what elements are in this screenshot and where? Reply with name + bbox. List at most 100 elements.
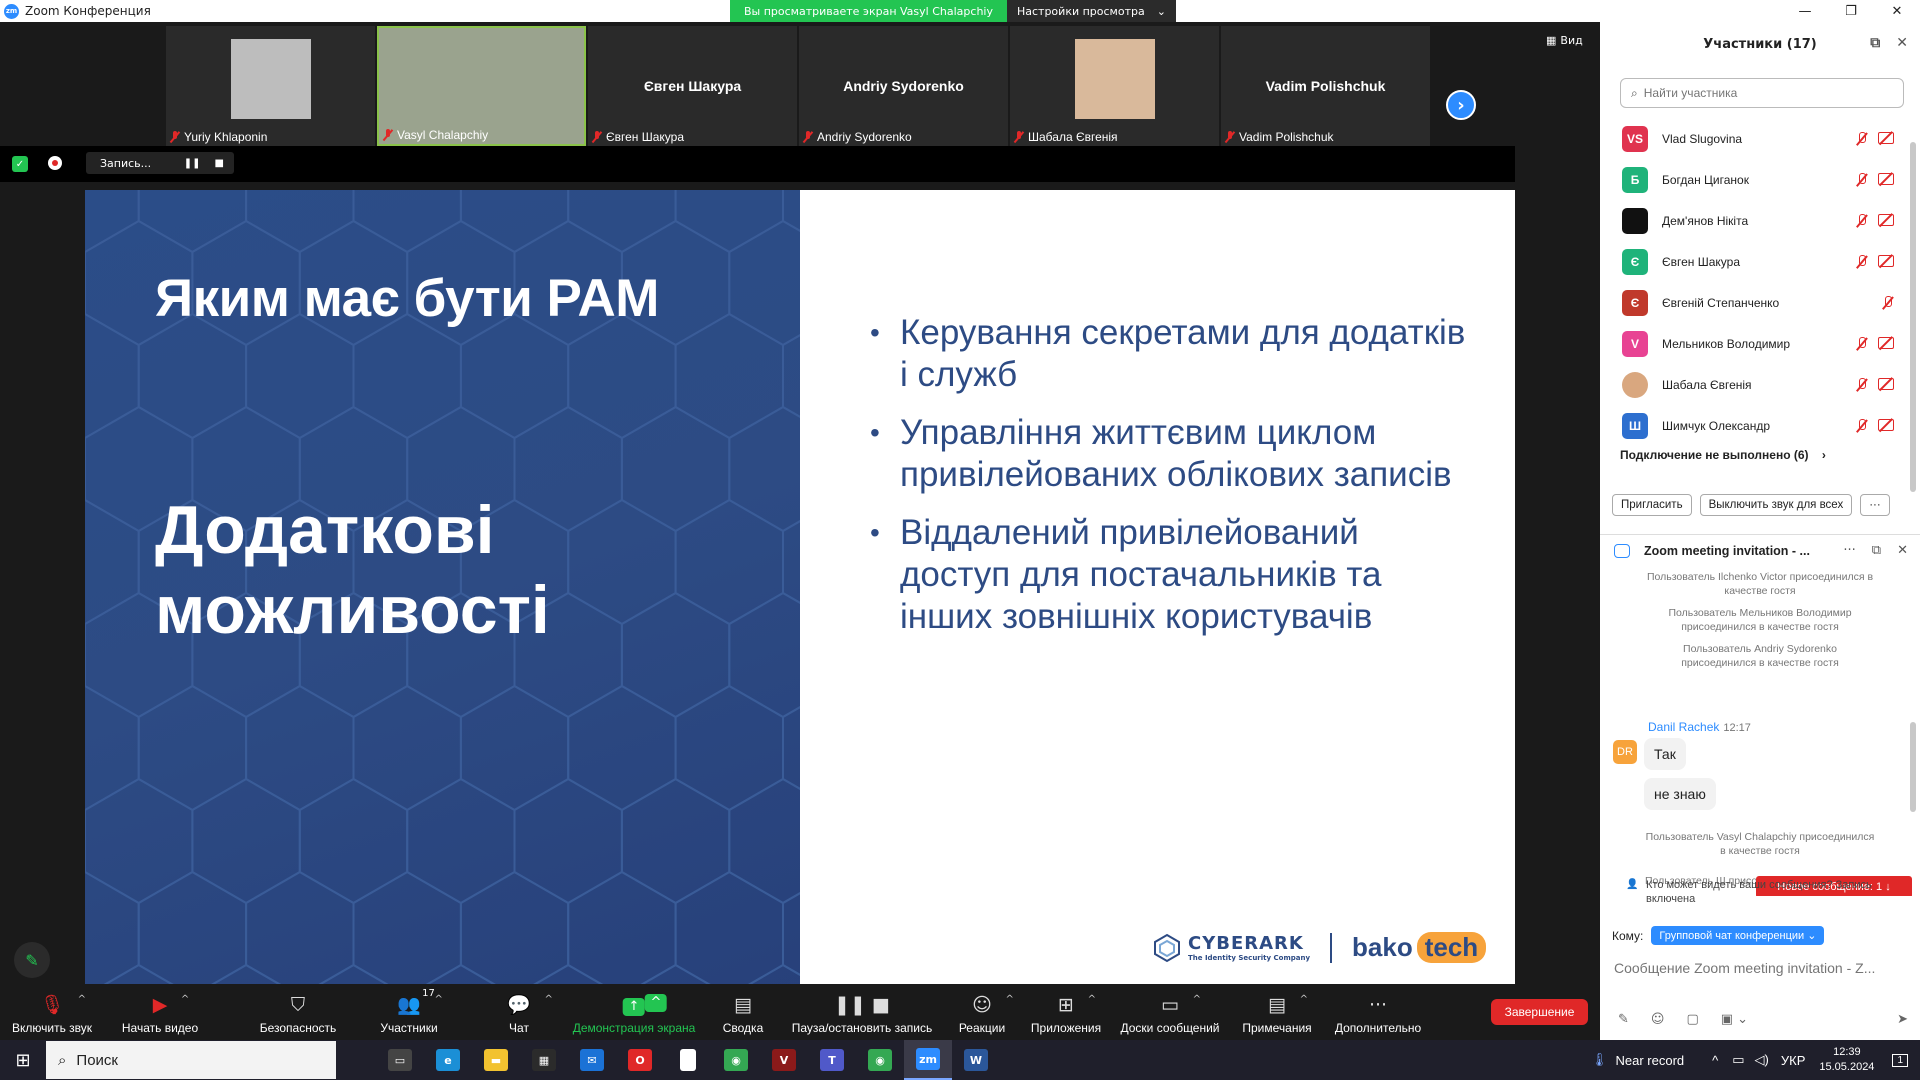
clock[interactable]: 12:39 15.05.2024 bbox=[1819, 1045, 1874, 1075]
participant-row[interactable]: Дем'янов Нікіта bbox=[1600, 200, 1920, 241]
participant-row[interactable]: V Мельников Володимир bbox=[1600, 323, 1920, 364]
file-icon[interactable]: ▢ bbox=[1686, 1012, 1698, 1027]
taskbar-word-icon[interactable]: W bbox=[952, 1040, 1000, 1080]
search-input[interactable] bbox=[1643, 86, 1884, 100]
message-input[interactable] bbox=[1614, 956, 1908, 980]
video-tile[interactable]: Євген Шакура Євген Шакура bbox=[588, 26, 797, 146]
taskbar-task-view-icon[interactable]: ▭ bbox=[376, 1040, 424, 1080]
taskbar-explorer-icon[interactable]: ▬ bbox=[472, 1040, 520, 1080]
taskbar-store-icon[interactable]: ▦ bbox=[520, 1040, 568, 1080]
minimize-button[interactable]: — bbox=[1782, 0, 1828, 22]
taskbar-opera-icon[interactable]: O bbox=[616, 1040, 664, 1080]
language-indicator[interactable]: УКР bbox=[1781, 1053, 1806, 1068]
screenshot-icon[interactable]: ▣ ⌄ bbox=[1721, 1012, 1748, 1027]
toolbar-button-reactions[interactable]: ☺ ^ Реакции bbox=[959, 984, 1014, 1040]
video-tile[interactable]: Vadim Polishchuk Vadim Polishchuk bbox=[1221, 26, 1430, 146]
end-meeting-button[interactable]: Завершение bbox=[1491, 999, 1588, 1025]
caret-up-icon[interactable]: ^ bbox=[1300, 994, 1308, 1005]
chat-message[interactable]: Так bbox=[1644, 738, 1686, 770]
participant-row[interactable]: Ш Шимчук Олександр bbox=[1600, 405, 1920, 446]
participant-row[interactable]: Є Євген Шакура bbox=[1600, 241, 1920, 282]
view-settings-button[interactable]: Настройки просмотра ⌄ bbox=[1006, 0, 1176, 22]
pause-icon[interactable]: ❚❚ bbox=[184, 158, 201, 169]
recipient-select[interactable]: Групповой чат конференции ⌄ bbox=[1651, 926, 1825, 945]
participant-row[interactable]: Є Євгеній Степанченко bbox=[1600, 282, 1920, 323]
toolbar-button-participants[interactable]: 👥 17 ^ Участники bbox=[380, 984, 443, 1040]
who-can-see-notice[interactable]: Кто может видеть ваши сообщения? Запись … bbox=[1626, 878, 1906, 906]
volume-icon[interactable]: ◁) bbox=[1755, 1052, 1769, 1068]
video-tile[interactable]: Andriy Sydorenko Andriy Sydorenko bbox=[799, 26, 1008, 146]
participant-row[interactable]: Шабала Євгенія bbox=[1600, 364, 1920, 405]
toolbar-button-chat[interactable]: 💬 ^ Чат bbox=[507, 984, 553, 1040]
tray-arrow-icon[interactable]: ^ bbox=[1712, 1053, 1718, 1068]
weather-text[interactable]: Near record bbox=[1615, 1053, 1684, 1068]
toolbar-button-summary[interactable]: ▤ Сводка bbox=[723, 984, 764, 1040]
next-page-button[interactable]: › bbox=[1446, 90, 1476, 120]
toolbar-button-shield[interactable]: ⛉ Безопасность bbox=[260, 984, 337, 1040]
send-icon[interactable]: ➤ bbox=[1897, 1012, 1908, 1027]
toolbar-button-mic-off[interactable]: 🎙 ^ Включить звук bbox=[12, 984, 92, 1040]
stop-icon[interactable]: ■ bbox=[215, 158, 224, 169]
taskbar-chrome-icon[interactable]: ◉ bbox=[712, 1040, 760, 1080]
more-options-button[interactable]: ··· bbox=[1860, 494, 1890, 516]
invite-button[interactable]: Пригласить bbox=[1612, 494, 1692, 516]
windows-start-icon[interactable]: ⊞ bbox=[0, 1040, 46, 1080]
participant-row[interactable]: Б Богдан Циганок bbox=[1600, 159, 1920, 200]
maximize-button[interactable]: ❐ bbox=[1828, 0, 1874, 22]
toolbar-button-whiteboard[interactable]: ▭ ^ Доски сообщений bbox=[1120, 984, 1219, 1040]
mic-off-icon bbox=[592, 131, 602, 143]
emoji-icon[interactable]: ☺ bbox=[1651, 1012, 1665, 1027]
taskbar-search[interactable]: ⌕ Поиск bbox=[46, 1041, 336, 1079]
caret-up-icon[interactable]: ^ bbox=[78, 994, 86, 1005]
close-button[interactable]: ✕ bbox=[1874, 0, 1920, 22]
taskbar-edge-icon[interactable]: e bbox=[424, 1040, 472, 1080]
hexagon-shape bbox=[245, 190, 355, 254]
format-icon[interactable]: ✎ bbox=[1618, 1012, 1629, 1027]
taskbar-chrome2-icon[interactable]: ◉ bbox=[856, 1040, 904, 1080]
caret-up-icon[interactable]: ^ bbox=[645, 993, 667, 1012]
participant-row[interactable]: VS Vlad Slugovina bbox=[1600, 118, 1920, 159]
taskbar-mail-icon[interactable]: ✉ bbox=[568, 1040, 616, 1080]
more-icon[interactable]: ··· bbox=[1843, 543, 1855, 558]
caret-up-icon[interactable]: ^ bbox=[434, 994, 442, 1005]
caret-up-icon[interactable]: ^ bbox=[1006, 994, 1014, 1005]
taskbar-zoom-icon[interactable]: zm bbox=[904, 1040, 952, 1080]
popout-icon[interactable]: ⧉ bbox=[1872, 543, 1881, 558]
video-tile[interactable]: Yuriy Khlaponin bbox=[166, 26, 375, 146]
toolbar-button-pause-record[interactable]: ❚❚ ■ Пауза/остановить запись bbox=[792, 984, 932, 1040]
to-label: Кому: bbox=[1612, 928, 1644, 943]
taskbar-file-icon[interactable] bbox=[664, 1040, 712, 1080]
tile-label: Yuriy Khlaponin bbox=[170, 130, 267, 144]
toolbar-button-apps[interactable]: ⊞ ^ Приложения bbox=[1031, 984, 1101, 1040]
encryption-shield-icon[interactable]: ✓ bbox=[12, 156, 28, 172]
caret-up-icon[interactable]: ^ bbox=[1088, 994, 1096, 1005]
popout-icon[interactable]: ⧉ bbox=[1870, 35, 1880, 51]
annotate-pencil-icon[interactable]: ✎ bbox=[14, 942, 50, 978]
caret-up-icon[interactable]: ^ bbox=[181, 994, 189, 1005]
video-tile[interactable]: Vasyl Chalapchiy bbox=[377, 26, 586, 146]
toolbar-button-more[interactable]: ··· Дополнительно bbox=[1335, 984, 1421, 1040]
taskbar-voice-icon[interactable]: V bbox=[760, 1040, 808, 1080]
view-button[interactable]: ▦ Вид bbox=[1546, 34, 1583, 47]
taskbar-teams-icon[interactable]: T bbox=[808, 1040, 856, 1080]
mute-all-button[interactable]: Выключить звук для всех bbox=[1699, 494, 1853, 516]
toolbar-button-share-screen[interactable]: ↑ ^ Демонстрация экрана bbox=[573, 984, 695, 1040]
hexagon-shape bbox=[567, 312, 677, 440]
caret-up-icon[interactable]: ^ bbox=[1193, 994, 1201, 1005]
network-icon[interactable]: ▭ bbox=[1732, 1052, 1744, 1068]
close-icon[interactable]: ✕ bbox=[1897, 543, 1908, 558]
chat-scrollbar[interactable] bbox=[1910, 722, 1916, 812]
participant-search[interactable]: ⌕ bbox=[1620, 78, 1904, 108]
notification-icon[interactable]: 1 bbox=[1892, 1053, 1908, 1067]
participants-scrollbar[interactable] bbox=[1910, 142, 1916, 492]
connection-failed-toggle[interactable]: Подключение не выполнено (6) › bbox=[1620, 448, 1826, 462]
participant-status bbox=[1856, 172, 1894, 187]
chat-message[interactable]: не знаю bbox=[1644, 778, 1716, 810]
toolbar-button-video-off[interactable]: ▶ ^ Начать видео bbox=[122, 984, 198, 1040]
close-icon[interactable]: ✕ bbox=[1896, 35, 1908, 51]
toolbar-button-notes[interactable]: ▤ ^ Примечания bbox=[1242, 984, 1311, 1040]
toolbar-label: Примечания bbox=[1242, 1020, 1312, 1035]
caret-up-icon[interactable]: ^ bbox=[544, 994, 552, 1005]
video-tile[interactable]: Шабала Євгенія bbox=[1010, 26, 1219, 146]
cyberark-logo-icon bbox=[1154, 933, 1180, 962]
